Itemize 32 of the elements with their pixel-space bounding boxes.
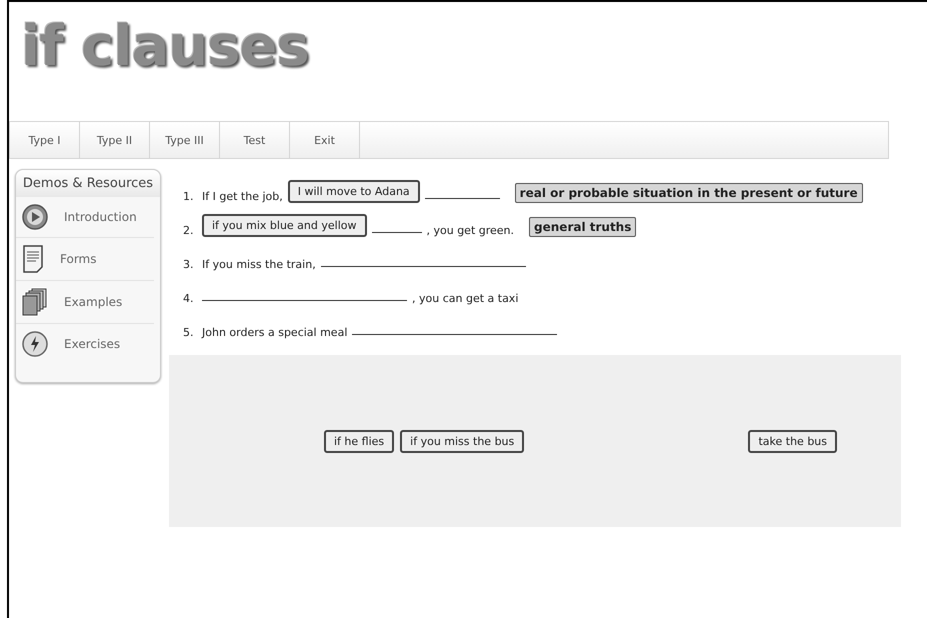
item-number: 3. (183, 258, 194, 271)
item-number: 1. (183, 190, 194, 203)
nav-tab[interactable]: Type II (80, 122, 150, 158)
sentence-text: , you get green. (426, 224, 514, 237)
answer-chip[interactable]: if he flies (324, 430, 394, 452)
sentence-text: , you can get a taxi (412, 292, 518, 305)
sidebar-item[interactable]: Forms (16, 238, 154, 281)
item-number: 4. (183, 292, 194, 305)
nav-tab[interactable]: Test (220, 122, 290, 158)
document-icon (22, 245, 44, 273)
sidebar-item[interactable]: Exercises (16, 324, 154, 364)
answer-chip[interactable]: I will move to Adana (288, 180, 420, 203)
sidebar-item[interactable]: Examples (16, 281, 154, 324)
item-number: 2. (183, 224, 194, 237)
answer-chip[interactable]: take the bus (748, 430, 837, 452)
sentence-text: If I get the job, (202, 190, 283, 203)
sentence-text: If you miss the train, (202, 258, 316, 271)
item-number: 5. (183, 326, 194, 339)
answer-chip[interactable]: if you mix blue and yellow (202, 214, 366, 237)
nav-tab[interactable]: Exit (290, 122, 360, 158)
sidebar-heading: Demos & Resources (16, 170, 160, 197)
category-label[interactable]: real or probable situation in the present or future (514, 183, 863, 203)
sidebar-item[interactable]: Introduction (16, 197, 154, 238)
category-label[interactable]: general truths (529, 217, 636, 237)
nav-tab[interactable]: Type I (10, 122, 80, 158)
answer-chip[interactable]: if you miss the bus (400, 430, 524, 452)
stacked-pages-icon (22, 288, 48, 316)
sentence-text: John orders a special meal (202, 326, 348, 339)
page-title: if clauses (20, 13, 310, 81)
nav-tab[interactable]: Type III (150, 122, 220, 158)
play-icon (22, 204, 48, 230)
lightning-icon (22, 331, 48, 357)
